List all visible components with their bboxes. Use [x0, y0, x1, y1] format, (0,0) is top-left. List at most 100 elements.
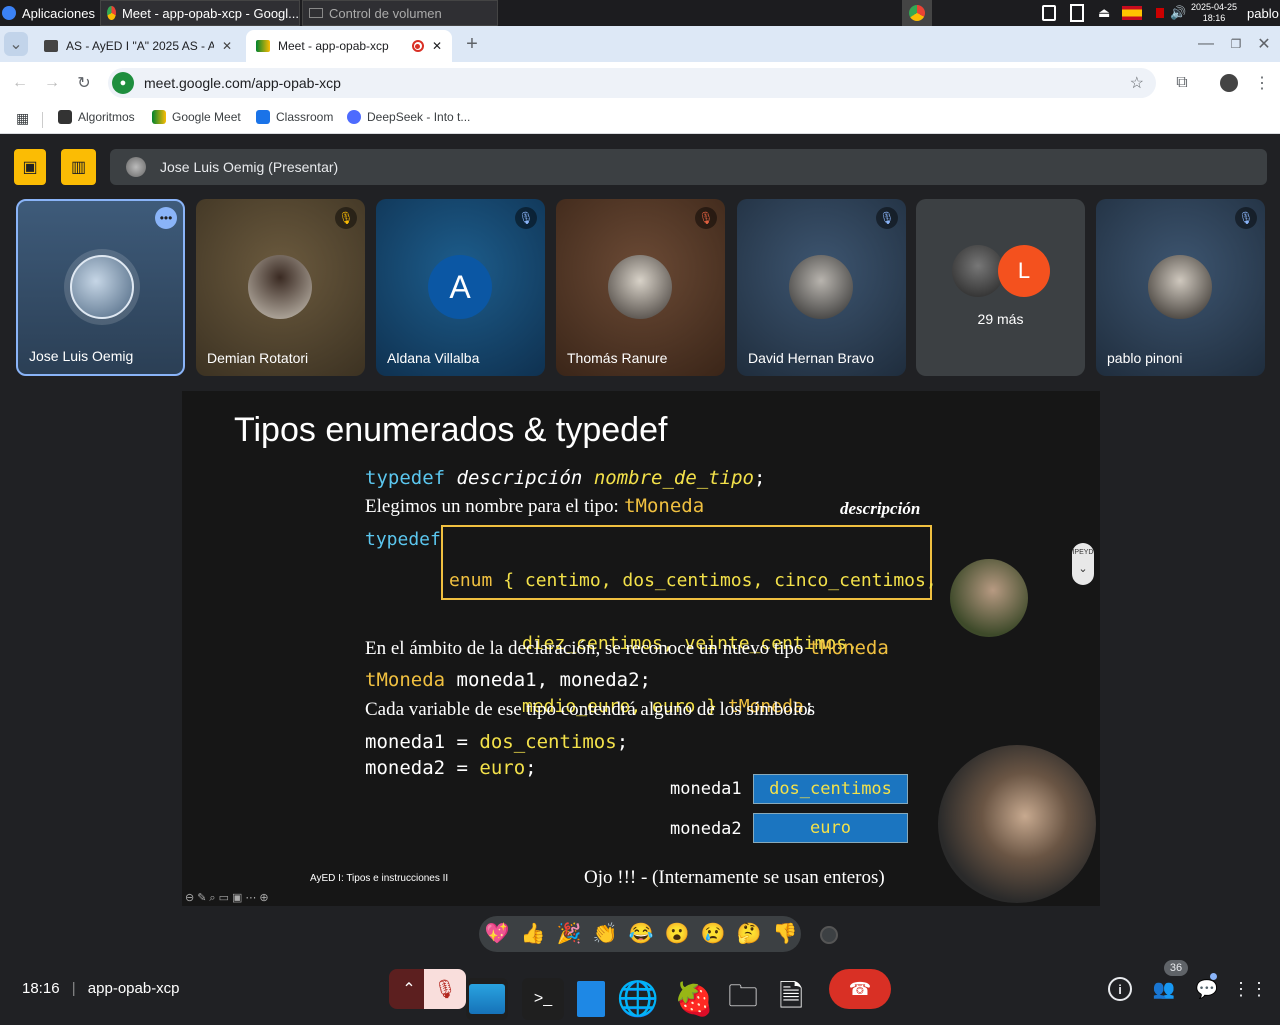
- tab-meet[interactable]: Meet - app-opab-xcp ✕: [246, 30, 452, 62]
- extensions-icon[interactable]: ⧉: [1170, 71, 1194, 95]
- participant-tile[interactable]: 🎙 Demian Rotatori: [196, 199, 365, 376]
- apps-grid-icon[interactable]: ▦: [16, 110, 29, 127]
- new-tab-icon[interactable]: +: [460, 32, 484, 56]
- avatar: [70, 255, 134, 319]
- stop-presenting-icon[interactable]: ▣: [14, 149, 46, 185]
- participant-tile[interactable]: A 🎙 Aldana Villalba: [376, 199, 545, 376]
- classroom-icon: [256, 110, 270, 124]
- reaction-laugh-icon[interactable]: 😂: [623, 916, 659, 950]
- mic-options-chevron-icon[interactable]: ⌃: [389, 969, 429, 1009]
- reaction-party-icon[interactable]: 🎉: [551, 916, 587, 950]
- meet-icon: [256, 40, 270, 52]
- reaction-thinking-icon[interactable]: 🤔: [731, 916, 767, 950]
- chrome-menu-icon[interactable]: ⋮: [1250, 71, 1274, 95]
- browser-toolbar: ← → ↻ ● meet.google.com/app-opab-xcp ☆ ⧉…: [0, 62, 1280, 104]
- close-icon[interactable]: ✕: [222, 39, 232, 53]
- layout-icon[interactable]: ▥: [61, 149, 96, 185]
- reaction-clap-icon[interactable]: 👏: [587, 916, 623, 950]
- chrome-tray-icon[interactable]: [902, 0, 932, 26]
- bookmark-deepseek[interactable]: DeepSeek - Into t...: [347, 110, 470, 124]
- avatar: [608, 255, 672, 319]
- slide-title: Tipos enumerados & typedef: [234, 411, 668, 449]
- bookmarks-bar: ▦ Algoritmos Google Meet Classroom DeepS…: [0, 104, 1280, 134]
- site-info-icon[interactable]: ●: [112, 72, 134, 94]
- storage-icon[interactable]: [1070, 0, 1090, 26]
- chevron-down-icon: ⌄: [1078, 563, 1088, 575]
- dock-terminal-icon[interactable]: >_: [522, 978, 564, 1020]
- bookmark-label: Google Meet: [172, 110, 241, 124]
- address-bar[interactable]: ● meet.google.com/app-opab-xcp ☆: [108, 68, 1156, 98]
- apps-icon: [2, 6, 16, 20]
- bookmark-label: Classroom: [276, 110, 334, 124]
- window-close-icon[interactable]: ✕: [1252, 32, 1276, 56]
- user-menu[interactable]: pablo: [1247, 0, 1280, 26]
- people-icon[interactable]: 👥: [1152, 977, 1176, 1001]
- participant-tile[interactable]: 🎙 David Hernan Bravo: [737, 199, 906, 376]
- task-volume-label: Control de volumen: [329, 5, 442, 21]
- restore-icon[interactable]: ❐: [1224, 32, 1248, 56]
- reaction-thumbsup-icon[interactable]: 👍: [515, 916, 551, 950]
- participant-tile[interactable]: 🎙 Thomás Ranure: [556, 199, 725, 376]
- meet-icon: [152, 110, 166, 124]
- eject-icon[interactable]: ⏏: [1098, 0, 1114, 26]
- code-value: dos_centimos: [479, 731, 617, 753]
- speaker-bubble-large: [938, 745, 1096, 903]
- more-options-icon[interactable]: •••: [155, 207, 177, 229]
- skin-tone-icon[interactable]: [820, 926, 838, 944]
- dock-strawberry-icon[interactable]: 🍓: [673, 978, 715, 1020]
- participant-name: Thomás Ranure: [567, 350, 668, 366]
- task-volume[interactable]: Control de volumen: [302, 0, 498, 26]
- meeting-details: 18:16 | app-opab-xcp: [22, 980, 180, 997]
- participant-name: Demian Rotatori: [207, 350, 309, 366]
- forward-icon[interactable]: →: [40, 71, 64, 95]
- variable-label: moneda2: [670, 819, 742, 839]
- mic-off-button[interactable]: 🎙: [424, 969, 466, 1009]
- keyword: typedef: [365, 467, 446, 489]
- apps-menu[interactable]: Aplicaciones: [2, 0, 96, 26]
- presenter-label: Jose Luis Oemig (Presentar): [160, 159, 339, 175]
- end-call-button[interactable]: ☎: [829, 969, 891, 1009]
- enum-line: { centimo, dos_centimos, cinco_centimos,: [503, 570, 937, 591]
- participant-tile[interactable]: 🎙 pablo pinoni: [1096, 199, 1265, 376]
- participant-name: David Hernan Bravo: [748, 350, 875, 366]
- slide-controls[interactable]: ⊖✎⌕▭▣⋯⊕: [185, 891, 272, 905]
- network-icon[interactable]: [1042, 0, 1062, 26]
- dock-archive-icon[interactable]: [570, 978, 612, 1020]
- info-icon[interactable]: i: [1108, 977, 1132, 1001]
- reaction-sad-icon[interactable]: 😢: [695, 916, 731, 950]
- dock-desktop-icon[interactable]: [466, 978, 508, 1020]
- clock[interactable]: 2025-04-25 18:16: [1188, 0, 1240, 26]
- dock-browser-icon[interactable]: 🌐: [617, 978, 659, 1020]
- back-icon[interactable]: ←: [8, 71, 32, 95]
- chat-icon[interactable]: 💬: [1195, 977, 1219, 1001]
- chat-notification-dot: [1210, 973, 1217, 980]
- bookmark-classroom[interactable]: Classroom: [256, 110, 333, 124]
- reaction-thumbsdown-icon[interactable]: 👎: [767, 916, 803, 950]
- dock-folder-icon[interactable]: 🗀: [722, 978, 764, 1020]
- slide-text: En el ámbito de la declaración, se recon…: [365, 638, 804, 659]
- participant-overflow-tile[interactable]: L 29 más: [916, 199, 1085, 376]
- dock-document-icon[interactable]: 🗎: [770, 978, 812, 1020]
- speaker-icon[interactable]: 🔊: [1170, 0, 1186, 26]
- slide-footer: AyED I: Tipos e instrucciones II: [310, 873, 449, 884]
- participant-name: Jose Luis Oemig: [29, 348, 134, 364]
- bookmark-algoritmos[interactable]: Algoritmos: [58, 110, 135, 124]
- mic-off-icon: 🎙: [515, 207, 537, 229]
- tab-classroom[interactable]: AS - AyED I "A" 2025 AS - Al ✕: [34, 30, 242, 62]
- activities-grid-icon[interactable]: ⋮⋮: [1232, 977, 1268, 1001]
- overlay-widget[interactable]: IPEYD ⌄: [1072, 543, 1094, 585]
- profile-avatar[interactable]: [1217, 71, 1241, 95]
- reload-icon[interactable]: ↻: [72, 71, 96, 95]
- reaction-heart-icon[interactable]: 💖: [479, 916, 515, 950]
- semicolon: ;: [753, 467, 766, 489]
- bookmark-star-icon[interactable]: ☆: [1130, 73, 1144, 93]
- participant-tile[interactable]: ••• Jose Luis Oemig: [16, 199, 185, 376]
- close-icon[interactable]: ✕: [432, 39, 442, 53]
- tab-search-button[interactable]: ⌄: [4, 32, 28, 56]
- reaction-surprised-icon[interactable]: 😮: [659, 916, 695, 950]
- participant-name: pablo pinoni: [1107, 350, 1183, 366]
- task-meet[interactable]: Meet - app-opab-xcp - Googl...: [100, 0, 300, 26]
- minimize-icon[interactable]: —: [1194, 32, 1218, 56]
- keyboard-flag-icon[interactable]: [1122, 0, 1144, 26]
- bookmark-google-meet[interactable]: Google Meet: [152, 110, 241, 124]
